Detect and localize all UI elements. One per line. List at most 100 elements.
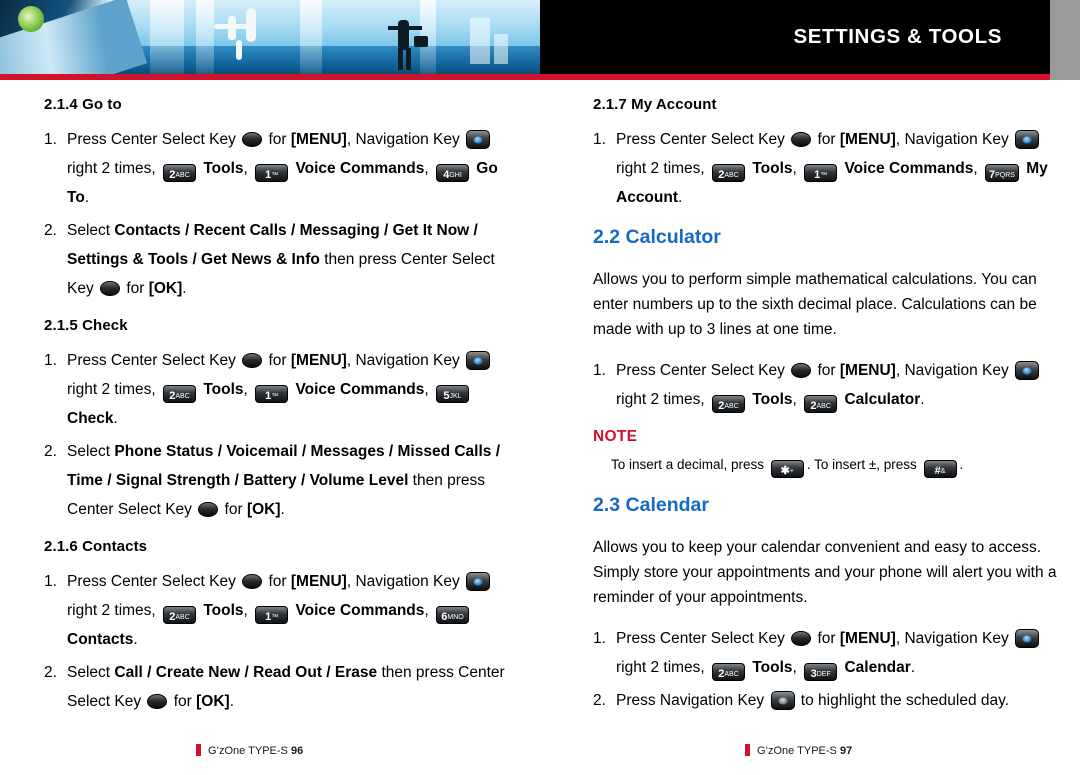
navigation-key-blue-icon: [1015, 130, 1040, 149]
heading-2-2-calculator: 2.2 Calculator: [593, 226, 721, 248]
footer-tick-icon: [196, 744, 201, 756]
list-item: 1. Press Center Select Key for [MENU], Na…: [593, 125, 1063, 212]
2 ABC-icon: 2ABC: [804, 395, 838, 413]
emphasis: [MENU]: [290, 352, 347, 369]
center-select-key-icon: [147, 694, 168, 709]
step-text: Press Center Select Key for [MENU], Navi…: [616, 130, 1048, 206]
list-item: 2. Select Contacts / Recent Calls / Messa…: [44, 216, 514, 303]
navigation-key-icon: [770, 691, 795, 710]
step-text: Press Navigation Key to highlight the sc…: [616, 691, 1010, 710]
heading-2-3-calendar: 2.3 Calendar: [593, 494, 709, 516]
step-number: 1.: [44, 573, 57, 590]
header-right-bar: [1050, 0, 1080, 80]
heading-2-1-4: 2.1.4 Go to: [44, 96, 122, 113]
navigation-key-blue-icon: [1015, 361, 1040, 380]
step-text: Press Center Select Key for [MENU], Navi…: [616, 629, 1041, 681]
list-item: 2. Press Navigation Key to highlight the …: [593, 686, 1063, 715]
emphasis: Tools: [748, 160, 793, 177]
center-select-key-icon: [791, 132, 812, 147]
emphasis: [MENU]: [839, 630, 896, 647]
step-number: 2.: [44, 664, 57, 681]
step-number: 1.: [593, 362, 606, 379]
center-select-key-icon: [100, 281, 121, 296]
heading-2-1-6: 2.1.6 Contacts: [44, 538, 148, 555]
note-heading: NOTE: [593, 428, 638, 445]
navigation-key-blue-icon: [1015, 629, 1040, 648]
2 ABC-icon: 2ABC: [712, 164, 746, 182]
step-text: Press Center Select Key for [MENU], Navi…: [67, 572, 492, 648]
2 ABC-icon: 2ABC: [712, 395, 746, 413]
step-number: 1.: [44, 352, 57, 369]
step-text: Select Phone Status / Voicemail / Messag…: [67, 443, 501, 518]
sun-icon: [18, 6, 44, 32]
footer-brand: G’zOne TYPE-S: [208, 745, 288, 757]
2 ABC-icon: 2ABC: [163, 606, 197, 624]
emphasis: Calendar: [840, 659, 911, 676]
footer-brand: G’zOne TYPE-S: [757, 745, 837, 757]
center-select-key-icon: [791, 631, 812, 646]
note-body: To insert a decimal, press ✱+. To insert…: [611, 457, 964, 478]
emphasis: Call / Create New / Read Out / Erase: [114, 664, 378, 681]
page-number: 96: [290, 745, 304, 757]
# &-icon: #&: [923, 460, 957, 478]
steps-2-1-4: 1. Press Center Select Key for [MENU], Na…: [44, 125, 514, 303]
steps-2-1-7: 1. Press Center Select Key for [MENU], Na…: [593, 125, 1063, 212]
right-column: 2.1.7 My Account 1. Press Center Select K…: [593, 96, 1063, 729]
1 ™-icon: 1™: [255, 385, 289, 403]
list-item: 1. Press Center Select Key for [MENU], Na…: [44, 567, 514, 654]
list-item: 1. Press Center Select Key for [MENU], Na…: [593, 356, 1063, 414]
center-select-key-icon: [242, 132, 263, 147]
step-text: Press Center Select Key for [MENU], Navi…: [616, 361, 1041, 413]
1 ™-icon: 1™: [804, 164, 838, 182]
center-select-key-icon: [242, 353, 263, 368]
list-item: 1. Press Center Select Key for [MENU], Na…: [44, 125, 514, 212]
list-item: 1. Press Center Select Key for [MENU], Na…: [44, 346, 514, 433]
emphasis: Voice Commands: [840, 160, 974, 177]
emphasis: Check: [67, 410, 114, 427]
2 ABC-icon: 2ABC: [163, 164, 197, 182]
1 ™-icon: 1™: [255, 606, 289, 624]
7 PQRS-icon: 7PQRS: [985, 164, 1019, 182]
emphasis: [MENU]: [839, 362, 896, 379]
center-select-key-icon: [198, 502, 219, 517]
left-column: 2.1.4 Go to 1. Press Center Select Key fo…: [44, 96, 514, 730]
navigation-key-blue-icon: [466, 351, 491, 370]
footer-right: G’zOne TYPE-S 97: [745, 744, 852, 757]
list-item: 2. Select Phone Status / Voicemail / Mess…: [44, 437, 514, 524]
4 GHI-icon: 4GHI: [436, 164, 469, 182]
emphasis: [MENU]: [290, 131, 347, 148]
step-number: 2.: [44, 222, 57, 239]
6 MNO-icon: 6MNO: [436, 606, 469, 624]
step-number: 2.: [44, 443, 57, 460]
calendar-description: Allows you to keep your calendar conveni…: [593, 539, 1057, 606]
list-item: 2. Select Call / Create New / Read Out / …: [44, 658, 514, 716]
emphasis: Tools: [748, 391, 793, 408]
emphasis: Voice Commands: [291, 381, 425, 398]
header-photo: [0, 0, 540, 80]
step-text: Select Call / Create New / Read Out / Er…: [67, 664, 505, 710]
emphasis: Contacts / Recent Calls / Messaging / Ge…: [67, 222, 478, 268]
steps-2-2: 1. Press Center Select Key for [MENU], Na…: [593, 356, 1063, 414]
emphasis: Voice Commands: [291, 160, 425, 177]
step-number: 1.: [593, 630, 606, 647]
step-text: Select Contacts / Recent Calls / Messagi…: [67, 222, 495, 297]
center-select-key-icon: [791, 363, 812, 378]
list-item: 1. Press Center Select Key for [MENU], Na…: [593, 624, 1063, 682]
heading-2-1-7: 2.1.7 My Account: [593, 96, 717, 113]
page-header: SETTINGS & TOOLS: [0, 0, 1080, 80]
heading-2-1-5: 2.1.5 Check: [44, 317, 128, 334]
step-text: Press Center Select Key for [MENU], Navi…: [67, 130, 498, 206]
steps-2-1-5: 1. Press Center Select Key for [MENU], Na…: [44, 346, 514, 524]
step-number: 2.: [593, 692, 606, 709]
navigation-key-blue-icon: [466, 130, 491, 149]
step-text: Press Center Select Key for [MENU], Navi…: [67, 351, 492, 427]
3 DEF-icon: 3DEF: [804, 663, 838, 681]
emphasis: Contacts: [67, 631, 134, 648]
header-red-rule: [0, 74, 1050, 80]
emphasis: [MENU]: [839, 131, 896, 148]
emphasis: [OK]: [148, 280, 183, 297]
emphasis: Tools: [199, 160, 244, 177]
emphasis: Tools: [199, 381, 244, 398]
2 ABC-icon: 2ABC: [163, 385, 197, 403]
2 ABC-icon: 2ABC: [712, 663, 746, 681]
